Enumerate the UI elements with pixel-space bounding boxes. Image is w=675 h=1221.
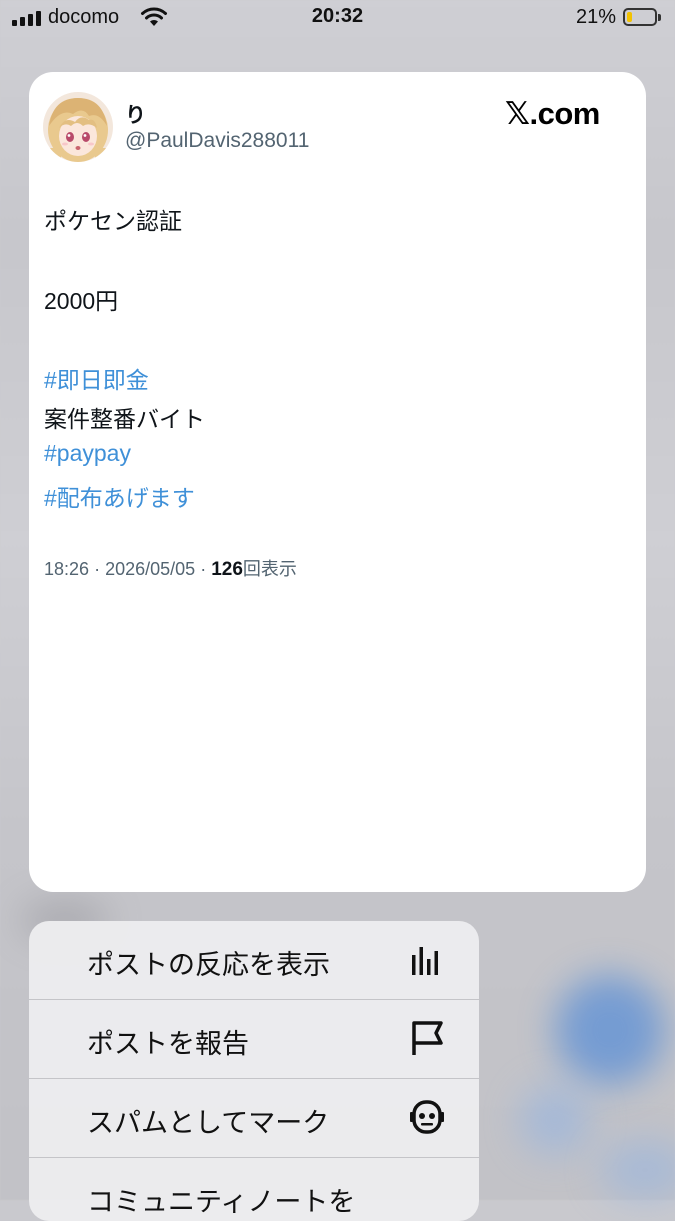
views-label: 回表示: [242, 559, 297, 579]
hashtag-link[interactable]: #即日即金: [44, 361, 149, 395]
menu-item-view-engagements[interactable]: ポストの反応を表示: [29, 921, 479, 1000]
avatar[interactable]: [43, 92, 113, 162]
battery-percentage: 21%: [576, 6, 617, 28]
display-name[interactable]: り: [125, 99, 146, 129]
battery-level-fill: [627, 12, 632, 22]
post-time[interactable]: 18:26: [44, 559, 89, 579]
bar-chart-icon: [412, 947, 438, 975]
blurred-shape: [520, 1085, 590, 1155]
context-menu: ポストの反応を表示 ポストを報告 スパムとしてマーク コミュニティノートを: [29, 921, 479, 1221]
menu-item-community-notes[interactable]: コミュニティノートを: [29, 1158, 479, 1221]
hashtag-link[interactable]: #配布あげます: [44, 479, 195, 513]
battery-icon: [623, 8, 657, 26]
clock: 20:32: [311, 5, 364, 27]
separator: ·: [94, 559, 101, 579]
blurred-shape: [555, 975, 665, 1085]
post-preview-card[interactable]: り @PaulDavis288011 𝕏.com ポケセン認証 2000円 #即…: [29, 72, 646, 892]
post-metadata: 18:26 · 2026/05/05 · 126回表示: [44, 555, 297, 581]
menu-item-report-post[interactable]: ポストを報告: [29, 1000, 479, 1079]
menu-item-label: スパムとしてマーク: [87, 1108, 330, 1138]
post-date[interactable]: 2026/05/05: [105, 559, 195, 579]
post-text-line: 案件整番バイト: [44, 406, 205, 432]
robot-icon: [410, 1100, 444, 1134]
hashtag-link[interactable]: #paypay: [44, 440, 131, 467]
post-text-line: ポケセン認証: [44, 208, 182, 234]
menu-item-label: ポストを報告: [87, 1029, 249, 1059]
status-bar: docomo 20:32 21%: [0, 0, 675, 38]
user-handle[interactable]: @PaulDavis288011: [125, 129, 309, 153]
post-text-line: 2000円: [44, 288, 119, 314]
x-com-logo: 𝕏.com: [505, 96, 600, 131]
menu-item-mark-spam[interactable]: スパムとしてマーク: [29, 1079, 479, 1158]
flag-icon: [412, 1021, 443, 1055]
battery-cap: [658, 14, 661, 21]
menu-item-label: ポストの反応を表示: [87, 950, 330, 980]
view-count: 126: [211, 559, 243, 580]
separator: ·: [200, 559, 207, 579]
